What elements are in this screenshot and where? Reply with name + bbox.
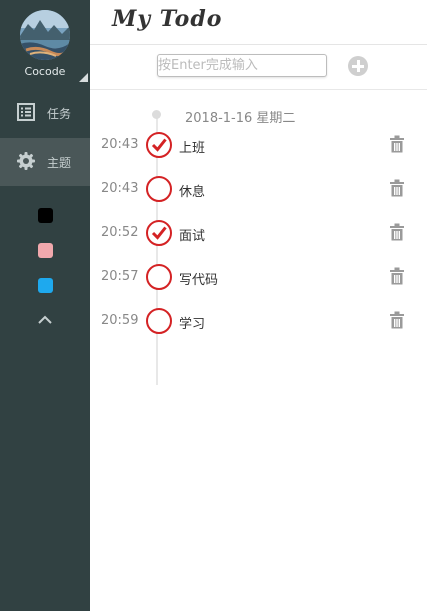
task-text: 写代码	[179, 273, 219, 288]
nav-item-theme[interactable]: 主题	[0, 138, 90, 186]
task-time: 20:59	[101, 313, 139, 328]
trash-icon[interactable]	[389, 179, 405, 197]
caret-corner-icon[interactable]	[79, 73, 88, 82]
avatar[interactable]	[20, 10, 70, 60]
task-checkbox[interactable]	[146, 220, 172, 246]
date-label: 2018-1-16 星期二	[185, 111, 296, 126]
plus-icon[interactable]	[348, 56, 368, 76]
theme-swatch-blue[interactable]	[38, 278, 53, 293]
gear-icon	[17, 152, 35, 170]
task-time: 20:57	[101, 269, 139, 284]
task-text: 学习	[179, 317, 206, 332]
theme-swatch-pink[interactable]	[38, 243, 53, 258]
todo-input-bar	[90, 45, 427, 90]
task-checkbox[interactable]	[146, 132, 172, 158]
theme-swatch-black[interactable]	[38, 208, 53, 223]
list-icon	[17, 103, 35, 121]
nav-item-theme-label: 主题	[47, 156, 72, 170]
task-time: 20:43	[101, 181, 139, 196]
task-checkbox[interactable]	[146, 264, 172, 290]
task-text: 上班	[179, 141, 206, 156]
task-row: 20:59 学习	[90, 305, 427, 337]
task-text: 休息	[179, 185, 206, 200]
checkmark-icon	[151, 226, 167, 240]
trash-icon[interactable]	[389, 223, 405, 241]
task-checkbox[interactable]	[146, 308, 172, 334]
app-title: My Todo	[112, 6, 223, 32]
task-row: 20:43 休息	[90, 173, 427, 205]
trash-icon[interactable]	[389, 267, 405, 285]
checkmark-icon	[151, 138, 167, 152]
timeline-dot	[152, 110, 161, 119]
sidebar: Cocode 任务 主题	[0, 0, 90, 611]
nav-item-tasks-label: 任务	[47, 107, 72, 121]
username: Cocode	[24, 65, 66, 78]
todo-input[interactable]	[157, 54, 327, 77]
task-time: 20:43	[101, 137, 139, 152]
task-row: 20:43 上班	[90, 129, 427, 161]
todo-app: Cocode 任务 主题 My Todo 按Enter完成输入 2018-1-1…	[0, 0, 427, 611]
task-text: 面试	[179, 229, 206, 244]
trash-icon[interactable]	[389, 135, 405, 153]
app-header: My Todo	[90, 0, 427, 45]
chevron-up-icon[interactable]	[36, 313, 54, 327]
task-checkbox[interactable]	[146, 176, 172, 202]
nav-item-tasks[interactable]: 任务	[0, 89, 90, 137]
task-row: 20:57 写代码	[90, 261, 427, 293]
user-profile[interactable]: Cocode	[0, 0, 90, 88]
task-time: 20:52	[101, 225, 139, 240]
trash-icon[interactable]	[389, 311, 405, 329]
task-row: 20:52 面试	[90, 217, 427, 249]
